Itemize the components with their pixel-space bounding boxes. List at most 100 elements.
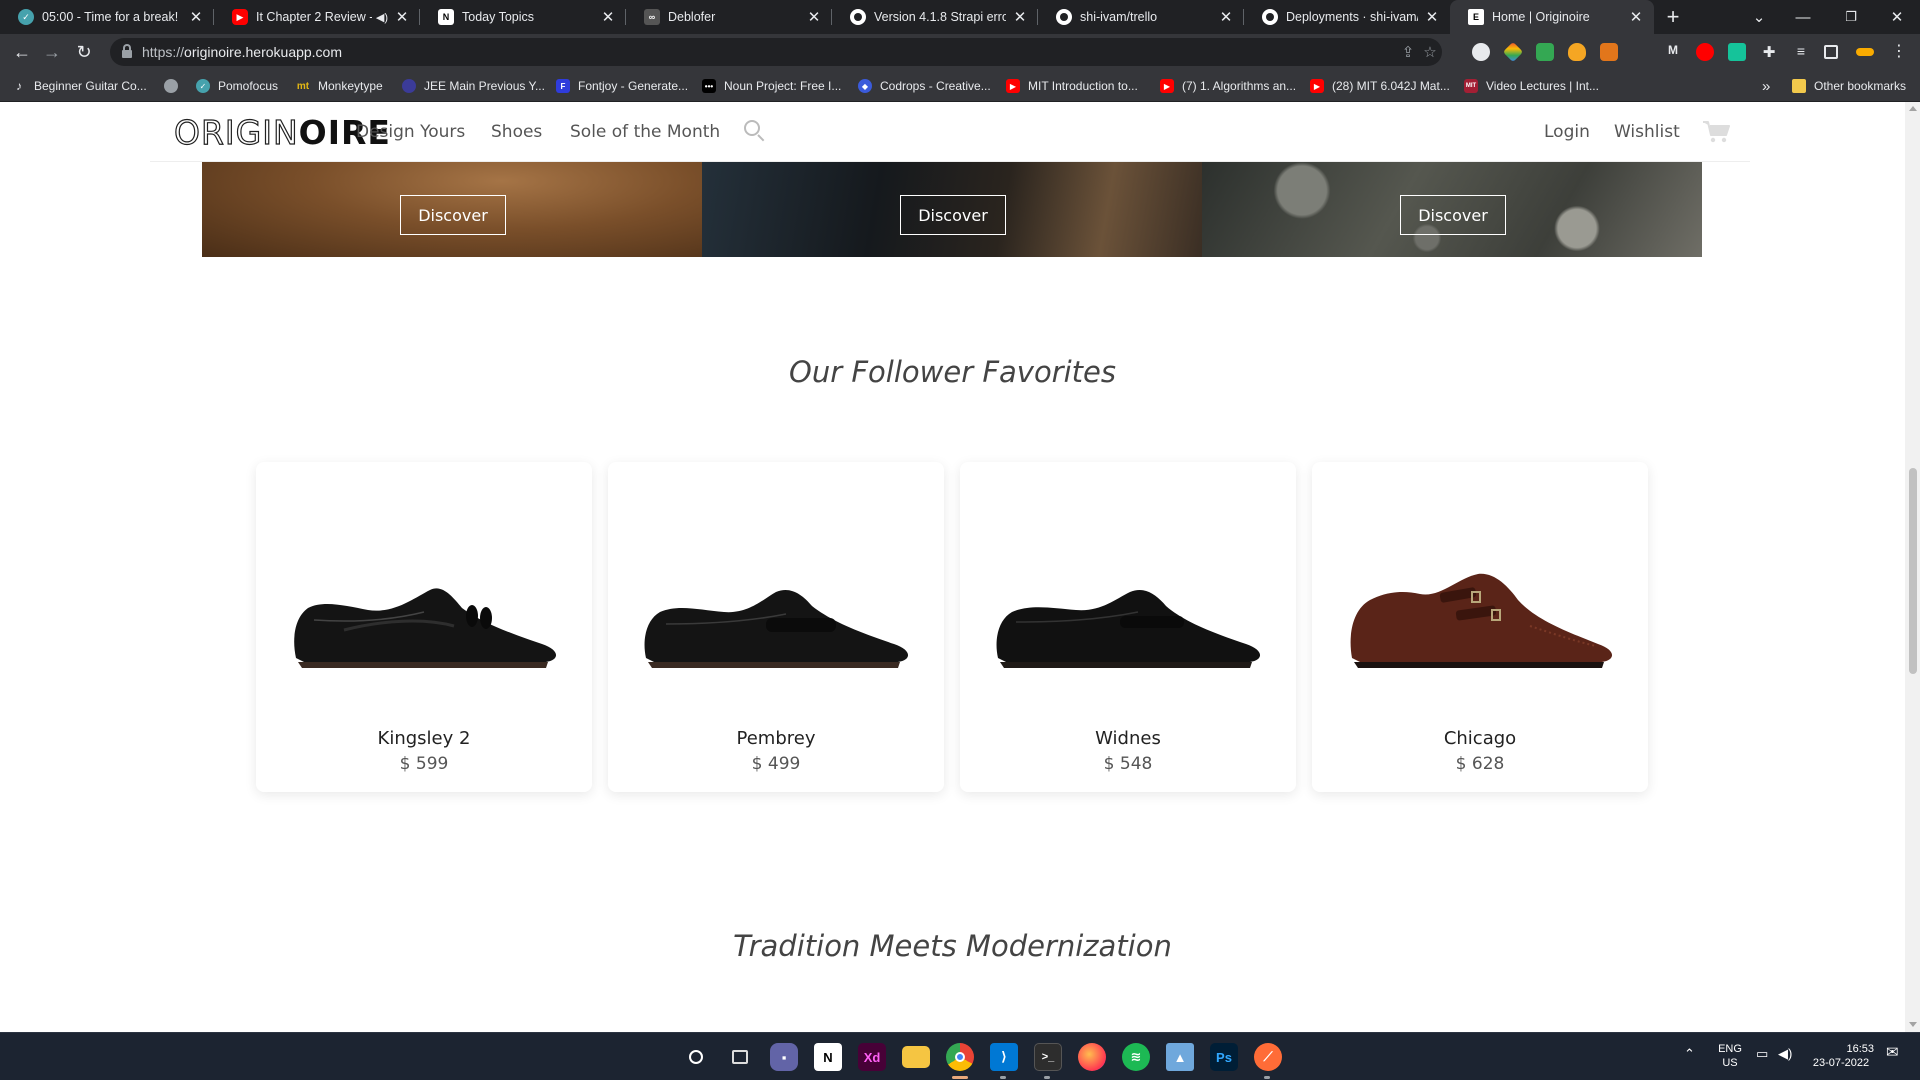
vscode-icon[interactable]: ⟩ [990,1043,1018,1071]
metamask-icon[interactable] [1600,43,1618,61]
product-card[interactable]: Kingsley 2 $ 599 [256,462,592,792]
nav-design-yours[interactable]: Design Yours [356,122,465,142]
network-icon[interactable]: ▭ [1756,1047,1768,1061]
adobe-xd-icon[interactable]: Xd [858,1043,886,1071]
close-tab-icon[interactable]: ✕ [1628,8,1644,26]
close-tab-icon[interactable]: ✕ [806,8,822,26]
bookmark-item[interactable]: ••• Noun Project: Free I... [702,78,841,94]
side-panel-icon[interactable] [1824,45,1838,59]
bookmark-item[interactable]: ♪ Beginner Guitar Co... [12,78,147,94]
bookmark-item[interactable]: MIT Video Lectures | Int... [1464,78,1599,94]
file-explorer-icon[interactable] [902,1046,930,1068]
nav-sole-of-the-month[interactable]: Sole of the Month [570,122,720,142]
bookmark-star-icon[interactable]: ☆ [1420,42,1440,62]
bookmark-item[interactable]: ◆ Codrops - Creative... [858,78,991,94]
stats-extension-icon[interactable]: M [1664,43,1682,61]
tray-overflow-chevron-icon[interactable]: ⌃ [1684,1047,1695,1061]
start-icon[interactable] [638,1046,660,1068]
close-tab-icon[interactable]: ✕ [1218,8,1234,26]
windows-taskbar: ▪ N Xd ⟩ >_ ≋ ▲ Ps ⟋ ⌃ ENG US ▭ ◀) 16:53… [0,1032,1920,1080]
forward-icon[interactable]: → [40,40,64,64]
reading-list-icon[interactable]: ≡ [1792,43,1810,61]
firefox-icon[interactable] [1078,1043,1106,1071]
browser-tab[interactable]: ✓ 05:00 - Time for a break! ✕ [0,0,214,34]
discover-button[interactable]: Discover [400,195,506,235]
task-view-icon[interactable] [726,1043,754,1071]
close-tab-icon[interactable]: ✕ [1012,8,1028,26]
volume-icon[interactable]: ◀) [1778,1047,1792,1061]
browser-tab[interactable]: Deployments · shi-ivam/tr ✕ [1244,0,1450,34]
spotify-icon[interactable]: ≋ [1122,1043,1150,1071]
speaker-icon[interactable]: ◀) [376,11,388,24]
close-tab-icon[interactable]: ✕ [600,8,616,26]
bookmark-item[interactable]: JEE Main Previous Y... [402,78,545,94]
product-name[interactable]: Pembrey [608,728,944,749]
battery-extension-icon[interactable] [1856,48,1874,56]
close-window-button[interactable]: ✕ [1882,0,1912,34]
bookmark-item[interactable]: ▶ (28) MIT 6.042J Mat... [1310,78,1450,94]
scroll-thumb[interactable] [1909,468,1917,674]
page-scrollbar[interactable] [1905,102,1920,1032]
product-card[interactable]: Pembrey $ 499 [608,462,944,792]
bookmark-item[interactable] [164,78,186,94]
nav-wishlist[interactable]: Wishlist [1614,122,1680,142]
youtube-extension-icon[interactable] [1696,43,1714,61]
product-card[interactable]: Widnes $ 548 [960,462,1296,792]
language-indicator[interactable]: ENG US [1716,1042,1744,1070]
other-bookmarks-folder[interactable]: Other bookmarks [1792,78,1906,94]
grammarly-icon[interactable] [1728,43,1746,61]
bookmark-item[interactable]: ✓ Pomofocus [196,78,278,94]
cart-icon[interactable] [1702,120,1732,144]
discover-button[interactable]: Discover [900,195,1006,235]
restore-button[interactable]: ❐ [1836,0,1866,34]
bookmark-item[interactable]: ▶ MIT Introduction to... [1006,78,1138,94]
tab-search-button[interactable]: ⌄ [1744,0,1774,34]
browser-tab[interactable]: ∞ Deblofer ✕ [626,0,832,34]
address-bar[interactable]: https://originoire.herokuapp.com ⇪ ☆ [110,38,1442,66]
terminal-icon[interactable]: >_ [1034,1043,1062,1071]
photos-icon[interactable]: ▲ [1166,1043,1194,1071]
nav-login[interactable]: Login [1544,122,1590,142]
share-icon[interactable]: ⇪ [1398,42,1418,62]
product-name[interactable]: Chicago [1312,728,1648,749]
bookmark-item[interactable]: ▶ (7) 1. Algorithms an... [1160,78,1296,94]
scroll-up-arrow[interactable] [1909,106,1917,111]
colorpick-extension-icon[interactable] [1502,41,1524,63]
teams-chat-icon[interactable]: ▪ [770,1043,798,1071]
bookmark-item[interactable]: mt Monkeytype [296,78,383,94]
lock-icon[interactable] [122,44,132,58]
close-tab-icon[interactable]: ✕ [188,8,204,26]
clock[interactable]: 16:53 23-07-2022 [1808,1042,1874,1070]
reload-icon[interactable]: ↻ [72,40,96,64]
browser-tab[interactable]: N Today Topics ✕ [420,0,626,34]
product-name[interactable]: Widnes [960,728,1296,749]
back-icon[interactable]: ← [10,40,34,64]
scroll-down-arrow[interactable] [1909,1022,1917,1027]
browser-tab[interactable]: ▶ It Chapter 2 Review - S ◀) ✕ [214,0,420,34]
new-tab-button[interactable]: + [1658,0,1688,34]
chrome-icon[interactable] [946,1043,974,1071]
notion-icon[interactable]: N [814,1043,842,1071]
honey-extension-icon[interactable] [1568,43,1586,61]
postman-icon[interactable]: ⟋ [1254,1043,1282,1071]
browser-tab[interactable]: shi-ivam/trello ✕ [1038,0,1244,34]
minimize-button[interactable]: — [1788,0,1818,34]
photoshop-icon[interactable]: Ps [1210,1043,1238,1071]
extension-icon[interactable] [1472,43,1490,61]
search-icon[interactable] [744,120,766,142]
bookmarks-overflow-button[interactable]: » [1762,78,1770,95]
puzzle-extensions-icon[interactable]: ✚ [1760,43,1778,61]
search-icon[interactable] [682,1043,710,1071]
notification-icon[interactable]: ✉ [1886,1045,1899,1060]
mail-extension-icon[interactable] [1536,43,1554,61]
kebab-menu-icon[interactable]: ⋮ [1890,41,1908,60]
close-tab-icon[interactable]: ✕ [1424,8,1440,26]
browser-tab[interactable]: Version 4.1.8 Strapi error i ✕ [832,0,1038,34]
product-card[interactable]: Chicago $ 628 [1312,462,1648,792]
close-tab-icon[interactable]: ✕ [394,8,410,26]
bookmark-item[interactable]: F Fontjoy - Generate... [556,78,688,94]
product-name[interactable]: Kingsley 2 [256,728,592,749]
browser-tab-active[interactable]: E Home | Originoire ✕ [1450,0,1654,34]
nav-shoes[interactable]: Shoes [491,122,542,142]
discover-button[interactable]: Discover [1400,195,1506,235]
